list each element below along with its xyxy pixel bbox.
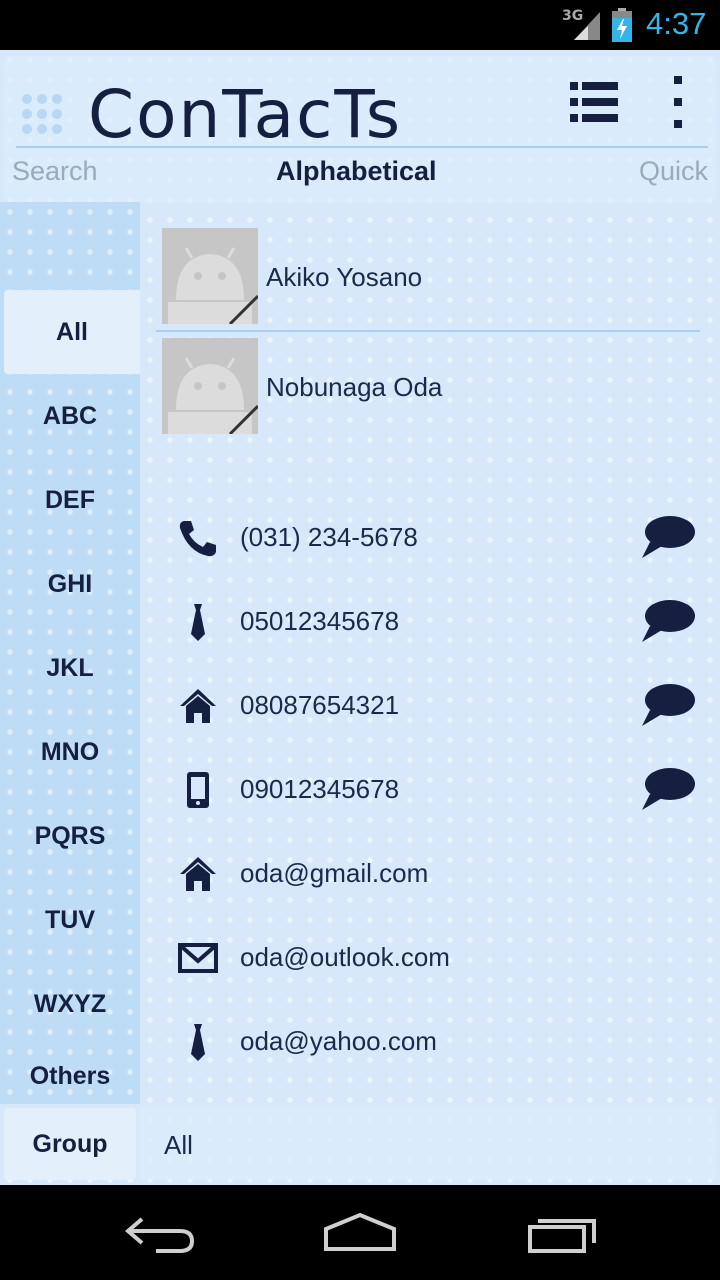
home-icon xyxy=(180,857,216,891)
back-icon[interactable] xyxy=(120,1209,200,1259)
alphabet-sidebar: All ABC DEF GHI JKL MNO PQRS TUV WXYZ Ot… xyxy=(0,202,140,1104)
android-avatar-icon xyxy=(162,338,258,434)
contact-name: Akiko Yosano xyxy=(266,262,423,292)
overflow-menu-icon[interactable] xyxy=(664,76,692,128)
message-bubble-icon[interactable] xyxy=(640,598,696,644)
detail-row: 05012345678 xyxy=(156,582,700,666)
group-selected-value: All xyxy=(164,1130,193,1160)
message-bubble-icon[interactable] xyxy=(640,766,696,812)
group-selector[interactable]: All xyxy=(140,1108,716,1180)
app-title: ConTacTs xyxy=(88,76,403,153)
work-email[interactable]: oda@yahoo.com xyxy=(240,1026,437,1057)
contact-list: Akiko Yosano Nobunaga Oda (031) 234-5678… xyxy=(140,206,716,1106)
detail-row: (031) 234-5678 xyxy=(156,498,700,582)
tab-bar: Search Alphabetical Quick xyxy=(0,156,720,196)
phone-number[interactable]: (031) 234-5678 xyxy=(240,522,418,553)
tie-work-icon xyxy=(191,1024,205,1061)
home-number[interactable]: 08087654321 xyxy=(240,690,399,721)
app-root: ConTacTs Search Alphabetical Quick All A… xyxy=(0,50,720,1185)
sidebar-item-mno[interactable]: MNO xyxy=(0,710,140,794)
detail-row: oda@yahoo.com xyxy=(156,1002,700,1086)
sidebar-item-abc[interactable]: ABC xyxy=(0,374,140,458)
sidebar-item-others[interactable]: Others xyxy=(0,1046,140,1106)
grid-icon[interactable] xyxy=(20,92,64,136)
message-bubble-icon[interactable] xyxy=(640,682,696,728)
detail-row: oda@outlook.com xyxy=(156,918,700,1002)
status-clock: 4:37 xyxy=(646,6,707,41)
status-bar: 3G 4:37 xyxy=(0,0,720,50)
tab-alphabetical[interactable]: Alphabetical xyxy=(276,156,437,187)
detail-row: oda@gmail.com xyxy=(156,834,700,918)
tie-work-icon xyxy=(191,604,205,641)
phone-icon xyxy=(179,521,216,557)
contact-item[interactable]: Akiko Yosano xyxy=(156,228,700,338)
message-bubble-icon[interactable] xyxy=(640,514,696,560)
detail-row: 08087654321 xyxy=(156,666,700,750)
signal-icon xyxy=(574,12,600,40)
system-nav-bar xyxy=(0,1185,720,1280)
header-divider xyxy=(16,146,708,148)
android-avatar-icon xyxy=(162,228,258,324)
tab-search[interactable]: Search xyxy=(12,156,98,187)
sidebar-item-wxyz[interactable]: WXYZ xyxy=(0,962,140,1046)
contact-divider xyxy=(156,330,700,332)
contact-item[interactable]: Nobunaga Oda xyxy=(156,338,700,448)
email-address[interactable]: oda@outlook.com xyxy=(240,942,450,973)
sidebar-item-tuv[interactable]: TUV xyxy=(0,878,140,962)
group-label-button[interactable]: Group xyxy=(4,1108,136,1180)
sidebar-item-pqrs[interactable]: PQRS xyxy=(0,794,140,878)
home-icon xyxy=(180,689,216,723)
list-view-icon[interactable] xyxy=(570,80,618,124)
detail-row: 09012345678 xyxy=(156,750,700,834)
contact-name: Nobunaga Oda xyxy=(266,372,443,402)
envelope-icon xyxy=(178,943,218,973)
sidebar-item-jkl[interactable]: JKL xyxy=(0,626,140,710)
sidebar-item-all[interactable]: All xyxy=(4,290,140,374)
home-email[interactable]: oda@gmail.com xyxy=(240,858,428,889)
sidebar-item-def[interactable]: DEF xyxy=(0,458,140,542)
home-nav-icon[interactable] xyxy=(320,1209,400,1259)
work-number[interactable]: 05012345678 xyxy=(240,606,399,637)
mobile-number[interactable]: 09012345678 xyxy=(240,774,399,805)
recent-apps-icon[interactable] xyxy=(524,1209,604,1259)
tab-quick[interactable]: Quick xyxy=(639,156,708,187)
battery-charging-icon xyxy=(612,8,632,42)
mobile-phone-icon xyxy=(187,772,209,808)
sidebar-item-ghi[interactable]: GHI xyxy=(0,542,140,626)
